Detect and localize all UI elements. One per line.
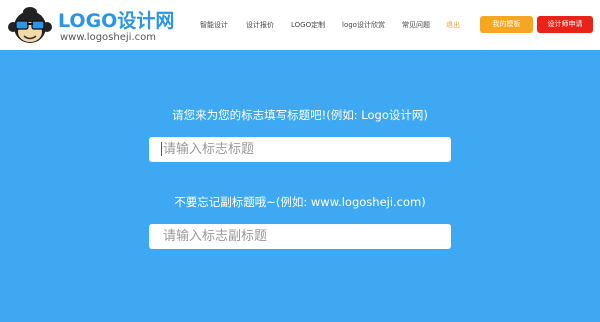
logo-subtitle-input[interactable] [149,224,451,249]
my-templates-button[interactable]: 我的模板 [480,16,533,33]
nav-item-logo-custom[interactable]: LOGO定制 [291,0,325,50]
subtitle-prompt: 不要忘记副标题哦~(例如: www.logosheji.com) [174,195,426,209]
monkey-with-sunglasses-icon [8,7,52,43]
nav-item-design-quote[interactable]: 设计报价 [246,0,274,50]
nav-item-faq[interactable]: 常见问题 [402,0,430,50]
nav-item-smart-design[interactable]: 智能设计 [200,0,228,50]
logo-title: LOGO设计网 [58,10,175,32]
nav-item-logo-gallery[interactable]: logo设计欣赏 [342,0,385,50]
logo-url: www.logosheji.com [60,32,156,43]
text-caret [161,142,162,156]
title-prompt: 请您来为您的标志填写标题吧!(例如: Logo设计网) [172,108,428,122]
designer-apply-button[interactable]: 设计师申请 [537,16,593,33]
logo-title-input[interactable] [149,137,451,162]
top-header: LOGO设计网 www.logosheji.com 智能设计 设计报价 LOGO… [0,0,600,50]
nav-item-logout[interactable]: 退出 [446,0,460,50]
site-logo[interactable]: LOGO设计网 www.logosheji.com [8,4,174,46]
